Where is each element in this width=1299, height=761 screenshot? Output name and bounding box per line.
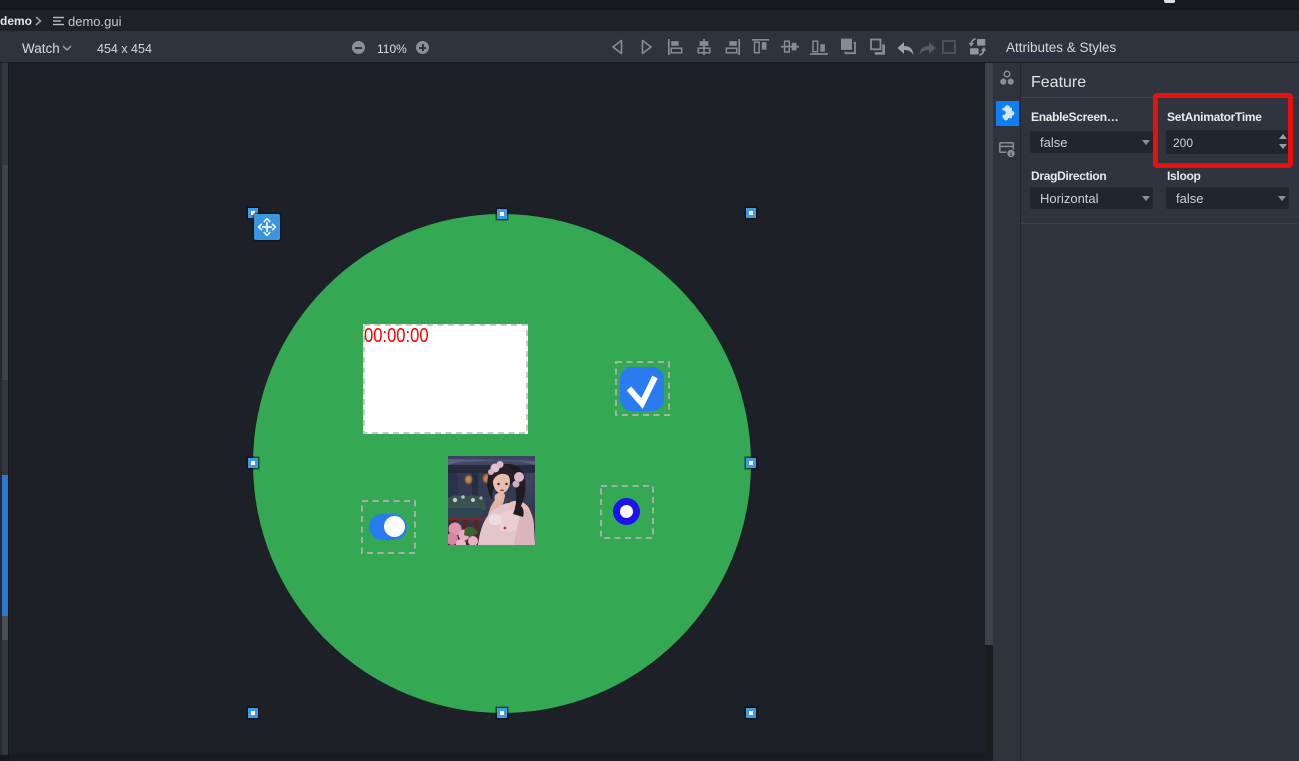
svg-text:i: i <box>1010 151 1012 158</box>
